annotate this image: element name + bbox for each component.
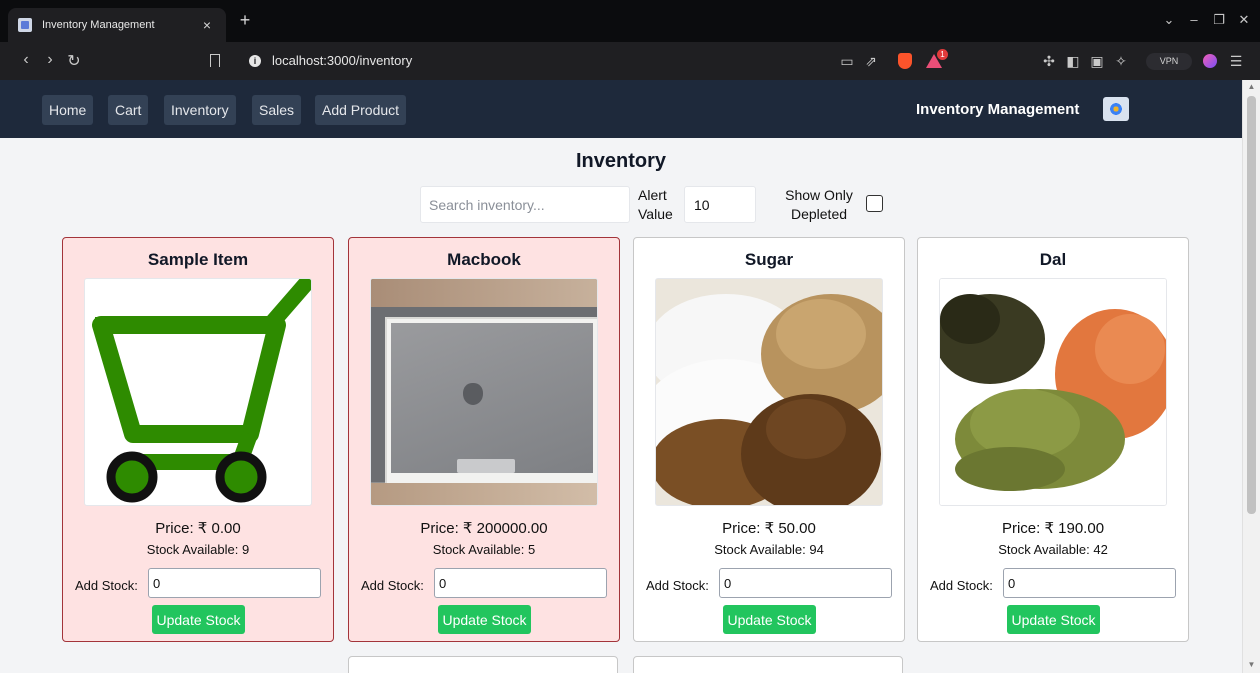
search-input[interactable] xyxy=(420,186,630,223)
update-stock-button[interactable]: Update Stock xyxy=(438,605,531,634)
product-card-dal: Dal Price: ₹ 190.00 Stock Available: 42 … xyxy=(917,237,1189,642)
add-stock-input[interactable] xyxy=(148,568,321,598)
product-image-sugar xyxy=(655,278,883,506)
page-scrollbar[interactable]: ▲ ▼ xyxy=(1242,80,1260,673)
nav-link-add-product[interactable]: Add Product xyxy=(315,95,407,125)
extensions-icon[interactable]: ✣ xyxy=(1040,53,1058,70)
brand-title: Inventory Management xyxy=(916,101,1080,118)
product-name: Sample Item xyxy=(147,250,249,269)
restore-icon[interactable]: ❐ xyxy=(1209,12,1229,28)
product-card-sugar: Sugar Price: ₹ 50.00 Stock Available: 94… xyxy=(633,237,905,642)
add-stock-label: Add Stock: xyxy=(361,578,424,593)
brave-shields-icon[interactable] xyxy=(898,53,912,69)
share-icon[interactable]: ⇗ xyxy=(862,53,880,70)
forward-icon[interactable]: › xyxy=(40,51,60,69)
update-stock-button[interactable]: Update Stock xyxy=(1007,605,1100,634)
scroll-up-icon[interactable]: ▲ xyxy=(1243,82,1260,91)
minimize-icon[interactable]: – xyxy=(1184,12,1204,27)
alert-value-label: Alert Value xyxy=(638,187,673,222)
product-name: Macbook xyxy=(447,250,521,269)
back-icon[interactable]: ‹ xyxy=(16,51,36,69)
new-tab-icon[interactable]: + xyxy=(234,10,256,31)
alert-value-input[interactable] xyxy=(684,186,756,223)
profile-icon[interactable] xyxy=(1203,54,1217,68)
product-card-sample-item: Sample Item Price: ₹ 0.00 Stock Availabl… xyxy=(62,237,334,642)
add-stock-input[interactable] xyxy=(434,568,607,598)
product-image-cart-icon xyxy=(84,278,312,506)
show-depleted-checkbox[interactable] xyxy=(866,195,883,212)
scroll-thumb[interactable] xyxy=(1247,96,1256,514)
tab-title: Inventory Management xyxy=(42,19,155,31)
leo-ai-icon[interactable]: ✧ xyxy=(1112,53,1130,70)
add-stock-label: Add Stock: xyxy=(646,578,709,593)
nav-link-cart[interactable]: Cart xyxy=(108,95,149,125)
brand-logo-icon xyxy=(1103,97,1129,121)
product-card-partial xyxy=(348,656,618,673)
vpn-button[interactable]: VPN xyxy=(1146,53,1192,70)
wallet-icon[interactable]: ▣ xyxy=(1088,53,1106,70)
sidebar-icon[interactable]: ◧ xyxy=(1064,53,1082,70)
product-name: Dal xyxy=(1039,250,1067,269)
product-image-dal xyxy=(939,278,1167,506)
site-info-icon[interactable]: i xyxy=(249,55,261,67)
add-stock-label: Add Stock: xyxy=(930,578,993,593)
product-stock: Stock Available: 9 xyxy=(146,542,250,557)
show-depleted-label: Show Only Depleted xyxy=(785,187,853,222)
product-stock: Stock Available: 94 xyxy=(714,542,824,557)
nav-link-inventory[interactable]: Inventory xyxy=(164,95,236,125)
address-bar: ‹ › ↻ i localhost:3000/inventory ▭ ⇗ 1 ✣… xyxy=(0,42,1260,80)
url-text[interactable]: localhost:3000/inventory xyxy=(272,53,412,68)
tab-search-chevron-icon[interactable]: ⌄ xyxy=(1159,12,1179,28)
app-navbar: Home Cart Inventory Sales Add Product In… xyxy=(0,80,1242,138)
product-price: Price: ₹ 200000.00 xyxy=(420,520,548,537)
close-tab-icon[interactable]: × xyxy=(198,17,216,33)
app-favicon-icon xyxy=(18,18,32,32)
add-stock-label: Add Stock: xyxy=(75,578,138,593)
product-image-macbook xyxy=(370,278,598,506)
product-stock: Stock Available: 5 xyxy=(432,542,536,557)
rewards-badge: 1 xyxy=(937,49,948,60)
apple-logo-icon xyxy=(463,383,483,405)
menu-icon[interactable]: ☰ xyxy=(1227,53,1245,70)
browser-tab-strip: Inventory Management × + ⌄ – ❐ ✕ xyxy=(0,0,1260,42)
product-card-partial xyxy=(633,656,903,673)
product-card-macbook: Macbook Price: ₹ 200000.00 Stock Availab… xyxy=(348,237,620,642)
page-title: Inventory xyxy=(575,150,667,172)
cart-icon xyxy=(92,279,311,503)
update-stock-button[interactable]: Update Stock xyxy=(723,605,816,634)
reload-icon[interactable]: ↻ xyxy=(64,51,84,71)
product-name: Sugar xyxy=(744,250,794,269)
scroll-down-icon[interactable]: ▼ xyxy=(1243,660,1260,669)
nav-link-sales[interactable]: Sales xyxy=(252,95,302,125)
sugar-photo xyxy=(656,279,882,505)
add-stock-input[interactable] xyxy=(1003,568,1176,598)
close-window-icon[interactable]: ✕ xyxy=(1234,12,1254,28)
product-price: Price: ₹ 190.00 xyxy=(1001,520,1105,537)
product-price: Price: ₹ 50.00 xyxy=(722,520,816,537)
dal-photo xyxy=(940,279,1166,505)
cast-icon[interactable]: ▭ xyxy=(838,53,856,70)
update-stock-button[interactable]: Update Stock xyxy=(152,605,245,634)
add-stock-input[interactable] xyxy=(719,568,892,598)
product-stock: Stock Available: 42 xyxy=(998,542,1108,557)
browser-tab[interactable]: Inventory Management × xyxy=(8,8,226,42)
bookmark-icon[interactable] xyxy=(210,54,220,67)
nav-link-home[interactable]: Home xyxy=(42,95,94,125)
product-price: Price: ₹ 0.00 xyxy=(155,520,241,537)
